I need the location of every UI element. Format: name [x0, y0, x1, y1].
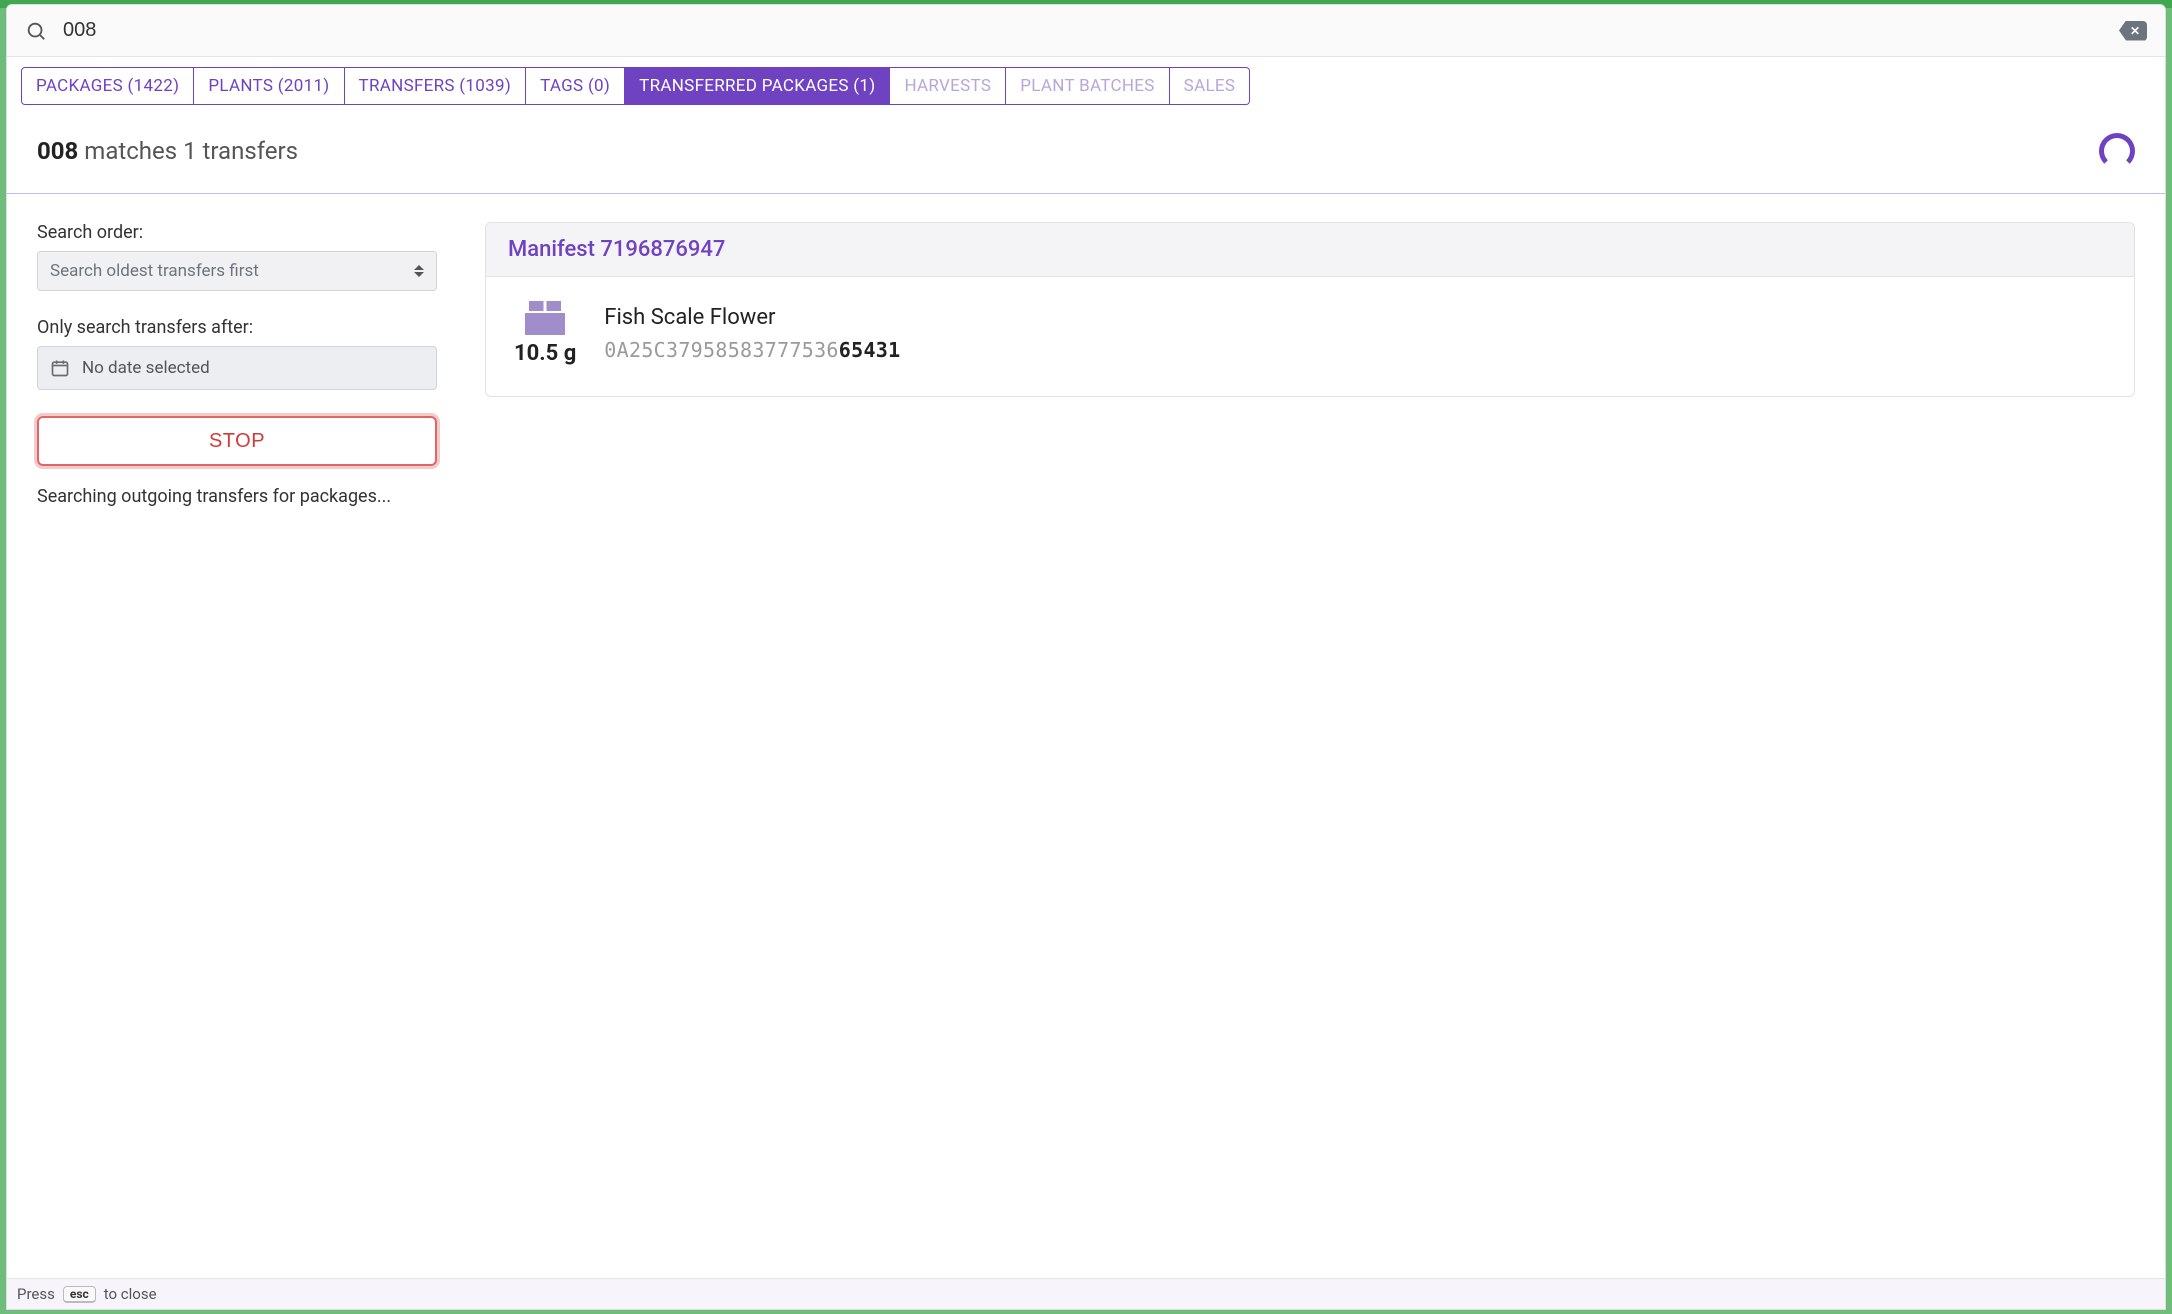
tab-plants[interactable]: PLANTS (2011)	[194, 67, 344, 105]
manifest-card: Manifest 7196876947 10.5 g Fish Scale Fl…	[485, 222, 2135, 397]
search-order-select[interactable]: Search oldest transfers first	[37, 251, 437, 291]
tab-tags[interactable]: TAGS (0)	[526, 67, 625, 105]
package-weight: 10.5 g	[514, 341, 576, 366]
results-summary: 008 matches 1 transfers	[37, 137, 298, 165]
tab-transferred-packages[interactable]: TRANSFERRED PACKAGES (1)	[625, 67, 890, 105]
esc-key-hint: esc	[63, 1286, 96, 1303]
tab-plant-batches[interactable]: PLANT BATCHES	[1006, 67, 1169, 105]
date-filter-label: Only search transfers after:	[37, 317, 437, 338]
package-tag: 0A25C3795858377753665431	[604, 338, 900, 362]
modal-footer: Press esc to close	[7, 1278, 2165, 1309]
summary-query: 008	[37, 137, 78, 165]
search-input[interactable]	[47, 15, 2119, 46]
search-bar	[7, 5, 2165, 57]
date-filter-value: No date selected	[82, 358, 210, 378]
package-summary: 10.5 g	[514, 301, 576, 366]
summary-rest: matches 1 transfers	[78, 137, 298, 165]
tab-packages[interactable]: PACKAGES (1422)	[21, 67, 194, 105]
manifest-body: 10.5 g Fish Scale Flower 0A25C3795858377…	[486, 277, 2134, 396]
search-modal: PACKAGES (1422) PLANTS (2011) TRANSFERS …	[6, 4, 2166, 1310]
category-tabs: PACKAGES (1422) PLANTS (2011) TRANSFERS …	[7, 57, 2165, 105]
manifest-link[interactable]: Manifest 7196876947	[486, 223, 2134, 277]
date-filter-input[interactable]: No date selected	[37, 346, 437, 390]
product-name: Fish Scale Flower	[604, 305, 900, 330]
package-info: Fish Scale Flower 0A25C37958583777536654…	[604, 305, 900, 362]
search-order-label: Search order:	[37, 222, 437, 243]
tag-suffix: 65431	[839, 338, 901, 362]
search-order-value: Search oldest transfers first	[50, 261, 259, 281]
filter-panel: Search order: Search oldest transfers fi…	[37, 222, 437, 1250]
search-status: Searching outgoing transfers for package…	[37, 486, 437, 507]
package-icon	[525, 301, 565, 335]
clear-search-button[interactable]	[2119, 21, 2147, 41]
stop-button[interactable]: STOP	[37, 416, 437, 466]
content-body: Search order: Search oldest transfers fi…	[7, 194, 2165, 1278]
calendar-icon	[50, 358, 70, 378]
footer-press: Press	[17, 1285, 55, 1303]
loading-spinner-icon	[2099, 133, 2135, 169]
tab-harvests[interactable]: HARVESTS	[890, 67, 1006, 105]
results-summary-row: 008 matches 1 transfers	[7, 105, 2165, 194]
tab-transfers[interactable]: TRANSFERS (1039)	[345, 67, 527, 105]
search-icon	[25, 20, 47, 42]
tag-prefix: 0A25C37958583777536	[604, 338, 838, 362]
footer-rest: to close	[104, 1285, 157, 1303]
results-panel: Manifest 7196876947 10.5 g Fish Scale Fl…	[485, 222, 2135, 1250]
tab-sales[interactable]: SALES	[1170, 67, 1251, 105]
select-caret-icon	[414, 265, 426, 277]
